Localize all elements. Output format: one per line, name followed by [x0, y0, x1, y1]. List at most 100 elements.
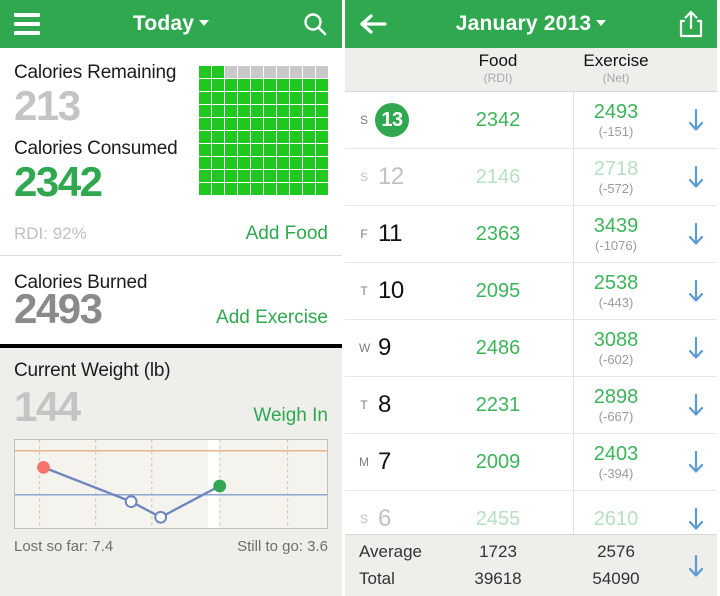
calorie-grid-cell — [225, 92, 237, 104]
calorie-grid-cell — [290, 118, 302, 130]
calorie-grid-cell — [277, 144, 289, 156]
calories-burned-row: 2493 Add Exercise — [14, 286, 328, 331]
current-weight-row: 144 Weigh In — [14, 384, 328, 429]
day-of-week-label: T — [360, 398, 368, 412]
row-detail-arrow[interactable] — [675, 221, 717, 247]
food-cell: 2342 — [439, 109, 557, 132]
calorie-grid-cell — [199, 118, 211, 130]
calorie-grid-cell — [303, 170, 315, 182]
total-label: Total — [359, 568, 395, 588]
calorie-grid-cell — [264, 157, 276, 169]
day-of-week-label: S — [359, 512, 368, 526]
hamburger-icon[interactable] — [14, 13, 40, 35]
calorie-grid-cell — [251, 131, 263, 143]
table-row[interactable]: T 10 2095 2538 (-443) — [345, 263, 717, 320]
calorie-grid-cell — [225, 157, 237, 169]
day-rows-list[interactable]: S 13 2342 2493 (-151) S 12 2146 2718 (-572) F 11 236… — [345, 92, 717, 540]
table-row[interactable]: S 12 2146 2718 (-572) — [345, 149, 717, 206]
back-arrow-icon[interactable] — [359, 13, 387, 35]
col-head-food: Food (RDI) — [439, 52, 557, 86]
calories-food-card: Calories Remaining 213 Calories Consumed… — [0, 48, 342, 255]
summary-footer: Average Total 1723 39618 2576 54090 — [345, 534, 717, 596]
day-cell: W9 — [345, 334, 439, 362]
search-icon[interactable] — [302, 11, 328, 37]
row-detail-arrow[interactable] — [675, 392, 717, 418]
food-cell: 2486 — [439, 337, 557, 360]
exercise-value: 2610 — [593, 507, 639, 530]
calorie-grid-cell — [199, 79, 211, 91]
calorie-grid-cell — [225, 131, 237, 143]
current-weight-section: Current Weight (lb) 144 Weigh In Lost so… — [0, 348, 342, 589]
calorie-grid-cell — [199, 183, 211, 195]
row-detail-arrow[interactable] — [675, 107, 717, 133]
day-cell: S 13 — [345, 103, 439, 137]
average-exercise-value: 2576 — [597, 542, 635, 562]
calorie-grid-cell — [290, 66, 302, 78]
today-title-label: Today — [132, 12, 195, 35]
today-title-dropdown[interactable]: Today — [0, 12, 342, 36]
day-number: 9 — [378, 334, 391, 361]
still-to-go-label: Still to go: 3.6 — [237, 538, 328, 556]
calorie-grid-cell — [316, 66, 328, 78]
table-row[interactable]: M 7 2009 2403 (-394) — [345, 434, 717, 491]
calorie-grid-cell — [290, 105, 302, 117]
row-detail-arrow[interactable] — [675, 164, 717, 190]
today-panel: Today Calories Remaining 213 Calories Co… — [0, 0, 345, 596]
day-number: 6 — [378, 505, 391, 532]
month-title-dropdown[interactable]: January 2013 — [345, 12, 717, 36]
table-row[interactable]: S 6 2455 2610 — [345, 491, 717, 540]
row-detail-arrow[interactable] — [675, 506, 717, 532]
average-label: Average — [359, 542, 423, 562]
average-food-value: 1723 — [479, 542, 517, 562]
month-title-label: January 2013 — [455, 12, 592, 35]
current-weight-label: Current Weight (lb) — [14, 360, 171, 381]
row-detail-arrow[interactable] — [675, 335, 717, 361]
table-row[interactable]: F 11 2363 3439 (-1076) — [345, 206, 717, 263]
calorie-grid-cell — [316, 157, 328, 169]
calorie-grid-cell — [251, 92, 263, 104]
table-row[interactable]: T 8 2231 2898 (-667) — [345, 377, 717, 434]
day-of-week-label: M — [359, 455, 369, 469]
summary-food-column: 1723 39618 — [439, 539, 557, 592]
add-food-button[interactable]: Add Food — [246, 223, 328, 245]
row-detail-arrow[interactable] — [675, 278, 717, 304]
calories-burned-card: Calories Burned 2493 Add Exercise — [0, 256, 342, 344]
calorie-grid-cell — [238, 79, 250, 91]
exercise-value: 3439 — [593, 214, 639, 237]
month-navbar: January 2013 — [345, 0, 717, 48]
row-detail-arrow[interactable] — [675, 449, 717, 475]
calorie-grid-cell — [225, 66, 237, 78]
summary-scroll-arrow[interactable] — [675, 553, 717, 579]
col-head-food-sub: (RDI) — [483, 71, 513, 86]
calorie-grid-cell — [264, 66, 276, 78]
col-head-exercise-sub: (Net) — [602, 71, 630, 86]
table-row[interactable]: S 13 2342 2493 (-151) — [345, 92, 717, 149]
weigh-in-button[interactable]: Weigh In — [253, 405, 328, 427]
weight-trend-chart[interactable] — [14, 439, 328, 530]
calorie-grid-cell — [290, 183, 302, 195]
calorie-grid-cell — [238, 92, 250, 104]
share-icon[interactable] — [679, 10, 703, 38]
calorie-grid-cell — [212, 170, 224, 182]
today-navbar: Today — [0, 0, 342, 48]
calorie-grid-cell — [264, 144, 276, 156]
day-number: 7 — [378, 448, 391, 475]
day-number: 8 — [378, 391, 391, 418]
exercise-net-value: (-572) — [598, 180, 634, 196]
table-row[interactable]: W 9 2486 3088 (-602) — [345, 320, 717, 377]
calorie-grid-cell — [277, 79, 289, 91]
exercise-cell: 2538 (-443) — [557, 272, 675, 311]
calorie-grid-cell — [277, 92, 289, 104]
exercise-net-value: (-1076) — [595, 237, 637, 253]
calorie-grid-cell — [303, 183, 315, 195]
calorie-grid-cell — [251, 144, 263, 156]
calorie-grid-cell — [238, 131, 250, 143]
calorie-grid-cell — [264, 79, 276, 91]
calorie-grid-cell — [290, 131, 302, 143]
add-exercise-button[interactable]: Add Exercise — [216, 307, 328, 329]
day-cell: S6 — [345, 505, 439, 533]
calorie-grid-cell — [251, 118, 263, 130]
calorie-grid-cell — [238, 105, 250, 117]
exercise-value: 2493 — [593, 100, 639, 123]
calorie-grid-cell — [316, 144, 328, 156]
